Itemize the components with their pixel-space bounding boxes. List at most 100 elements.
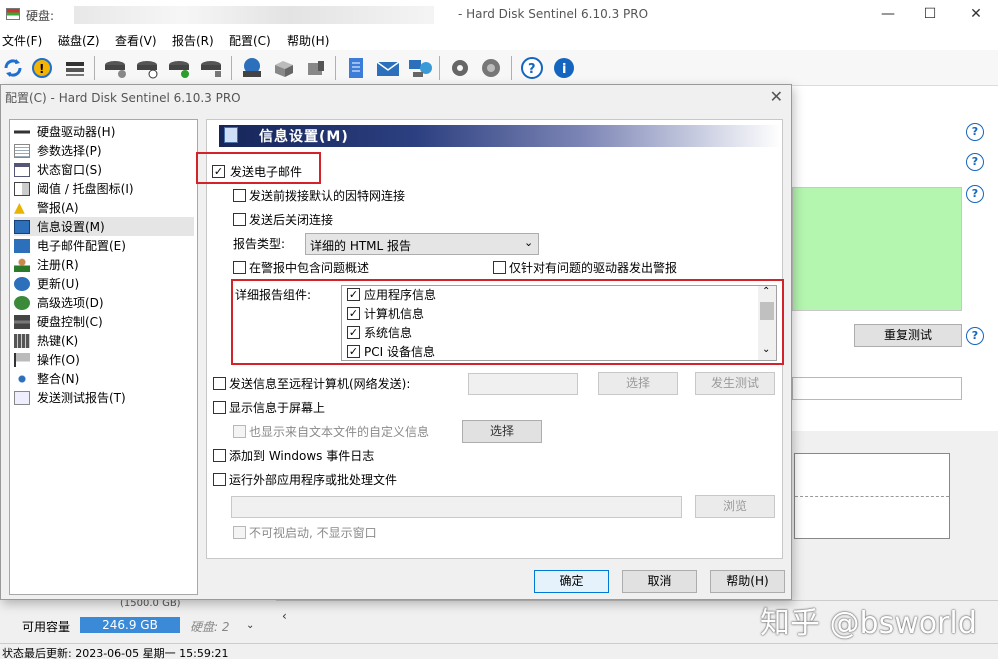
disk-tool-icon[interactable] <box>199 55 225 81</box>
show-custom-checkbox[interactable] <box>233 425 246 438</box>
disk-label: 硬盘: 2 <box>190 620 230 634</box>
gear-icon[interactable] <box>447 55 473 81</box>
scroll-down-icon[interactable]: ⌄ <box>762 344 770 355</box>
report-type-select[interactable]: 详细的 HTML 报告 ⌄ <box>305 233 539 255</box>
dialog-close-button[interactable]: ✕ <box>770 87 783 106</box>
send-test-button[interactable]: 发生测试 <box>695 372 775 395</box>
disk-icon[interactable] <box>62 55 88 81</box>
help-icon[interactable]: ? <box>966 153 984 171</box>
show-screen-label: 显示信息于屏幕上 <box>229 401 326 415</box>
tree-item-email-config[interactable]: 电子邮件配置(E) <box>14 236 194 255</box>
refresh-icon[interactable] <box>0 55 26 81</box>
menu-disk[interactable]: 磁盘(Z) <box>58 32 100 49</box>
run-external-checkbox[interactable] <box>213 473 226 486</box>
components-scrollbar[interactable]: ⌃ ⌄ <box>758 286 776 360</box>
toolbar-separator <box>335 56 336 80</box>
help-icon[interactable]: ? <box>519 55 545 81</box>
invisible-start-checkbox[interactable] <box>233 526 246 539</box>
tree-item-advanced[interactable]: 高级选项(D) <box>14 293 194 312</box>
tree-item-send-test-report[interactable]: 发送测试报告(T) <box>14 388 194 407</box>
graph-canvas <box>794 453 950 539</box>
only-problem-label: 仅针对有问题的驱动器发出警报 <box>509 261 678 275</box>
tree-item-preferences[interactable]: 参数选择(P) <box>14 141 194 160</box>
select-button[interactable]: 选择 <box>598 372 678 395</box>
tree-item-alerts[interactable]: ▲ 警报(A) <box>14 198 194 217</box>
retest-button[interactable]: 重复测试 <box>854 324 962 347</box>
disk-test-icon[interactable] <box>103 55 129 81</box>
only-problem-checkbox[interactable] <box>493 261 506 274</box>
components-label: 详细报告组件: <box>235 288 312 302</box>
show-screen-checkbox[interactable] <box>213 401 226 414</box>
invisible-start-label: 不可视启动, 不显示窗口 <box>249 526 377 540</box>
tree-item-disk-control[interactable]: 硬盘控制(C) <box>14 312 194 331</box>
scroll-up-icon[interactable]: ⌃ <box>762 286 770 297</box>
tree-item-update[interactable]: 更新(U) <box>14 274 194 293</box>
scroll-left-icon[interactable]: ‹ <box>282 609 287 623</box>
tree-item-register[interactable]: 注册(R) <box>14 255 194 274</box>
component-checkbox[interactable]: ✓ <box>347 345 360 358</box>
tree-item-integration[interactable]: 整合(N) <box>14 369 194 388</box>
window-title: - Hard Disk Sentinel 6.10.3 PRO <box>458 7 649 21</box>
tree-item-message-settings[interactable]: 信息设置(M) <box>14 217 194 236</box>
include-overview-checkbox[interactable] <box>233 261 246 274</box>
component-label: 计算机信息 <box>364 307 425 321</box>
close-after-checkbox[interactable] <box>233 213 246 226</box>
tree-item-actions[interactable]: 操作(O) <box>14 350 194 369</box>
tree-item-threshold[interactable]: 阈值 / 托盘图标(I) <box>14 179 194 198</box>
help-button[interactable]: 帮助(H) <box>710 570 785 593</box>
info-icon[interactable]: i <box>551 55 577 81</box>
ok-button[interactable]: 确定 <box>534 570 609 593</box>
menu-report[interactable]: 报告(R) <box>172 32 214 49</box>
notepad-icon[interactable] <box>343 55 369 81</box>
tree-item-hotkeys[interactable]: 热键(K) <box>14 331 194 350</box>
browse-button[interactable]: 浏览 <box>695 495 775 518</box>
drive-icon[interactable] <box>303 55 329 81</box>
dialog-title: 配置(C) - Hard Disk Sentinel 6.10.3 PRO <box>5 91 241 105</box>
disk-check-icon[interactable] <box>167 55 193 81</box>
drives-icon[interactable] <box>271 55 297 81</box>
maximize-button[interactable]: ☐ <box>920 6 940 22</box>
network-icon[interactable] <box>407 55 433 81</box>
threshold-icon <box>14 181 30 196</box>
menu-view[interactable]: 查看(V) <box>115 32 157 49</box>
chevron-down-icon[interactable]: ⌄ <box>246 620 254 631</box>
minimize-button[interactable]: — <box>878 6 898 22</box>
health-status-panel <box>792 187 962 311</box>
send-remote-checkbox[interactable] <box>213 377 226 390</box>
menu-bar: 文件(F) 磁盘(Z) 查看(V) 报告(R) 配置(C) 帮助(H) <box>0 30 998 50</box>
disk-clock-icon[interactable] <box>135 55 161 81</box>
send-email-checkbox[interactable]: ✓ <box>212 165 225 178</box>
user-icon <box>14 257 30 272</box>
alert-icon[interactable]: ! <box>30 55 56 81</box>
disk-summary: (1500.0 GB) 可用容量 246.9 GB 硬盘: 2 ⌄ <box>0 598 270 643</box>
tree-item-hdd[interactable]: 硬盘驱动器(H) <box>14 122 194 141</box>
external-app-path-field[interactable] <box>231 496 682 518</box>
component-checkbox[interactable]: ✓ <box>347 326 360 339</box>
send-email-label: 发送电子邮件 <box>230 165 303 179</box>
close-button[interactable]: ✕ <box>966 6 986 22</box>
tree-item-status-window[interactable]: 状态窗口(S) <box>14 160 194 179</box>
add-eventlog-checkbox[interactable] <box>213 449 226 462</box>
doc-icon <box>14 143 30 158</box>
menu-help[interactable]: 帮助(H) <box>287 32 329 49</box>
sound-icon[interactable] <box>479 55 505 81</box>
component-checkbox[interactable]: ✓ <box>347 288 360 301</box>
menu-config[interactable]: 配置(C) <box>229 32 271 49</box>
text-field[interactable] <box>792 377 962 400</box>
dial-before-checkbox[interactable] <box>233 189 246 202</box>
capacity-label: 可用容量 <box>22 620 71 634</box>
mail-icon[interactable] <box>375 55 401 81</box>
help-icon[interactable]: ? <box>966 123 984 141</box>
show-custom-label: 也显示来自文本文件的自定义信息 <box>249 425 430 439</box>
select-custom-button[interactable]: 选择 <box>462 420 542 443</box>
globe-disk-icon[interactable] <box>239 55 265 81</box>
menu-file[interactable]: 文件(F) <box>2 32 42 49</box>
component-label: PCI 设备信息 <box>364 345 435 359</box>
cancel-button[interactable]: 取消 <box>622 570 697 593</box>
scroll-thumb[interactable] <box>760 302 774 320</box>
remote-computer-field[interactable] <box>468 373 578 395</box>
help-icon[interactable]: ? <box>966 327 984 345</box>
help-icon[interactable]: ? <box>966 185 984 203</box>
component-checkbox[interactable]: ✓ <box>347 307 360 320</box>
toolbar-separator <box>94 56 95 80</box>
